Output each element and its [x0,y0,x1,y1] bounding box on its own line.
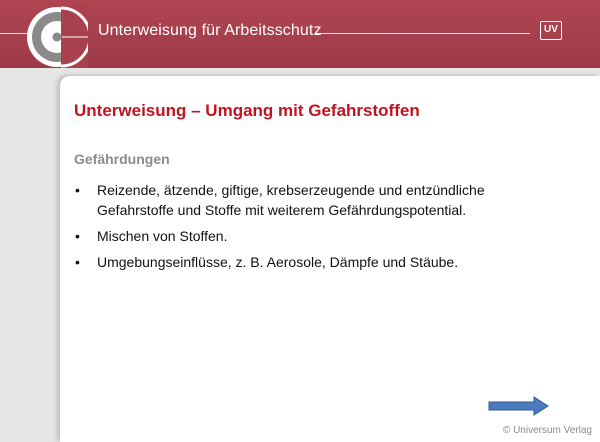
copyright-text: © Universum Verlag [502,425,592,436]
bullet-dot: • [75,228,80,244]
section-heading: Gefährdungen [74,151,170,167]
bullet-dot: • [75,182,80,198]
bullet-text: Umgebungseinflüsse, z. B. Aerosole, Dämp… [97,254,459,270]
bullet-dot: • [75,254,80,270]
arrow-right-icon[interactable] [488,396,550,416]
slide-window: Unterweisung für Arbeitsschutz UV Unterw… [0,0,600,442]
header-title: Unterweisung für Arbeitsschutz [98,22,322,39]
bullet-item: • Mischen von Stoffen. [74,226,544,246]
bullet-item: • Umgebungseinflüsse, z. B. Aerosole, Dä… [74,252,544,272]
bullet-item: • Reizende, ätzende, giftige, krebserzeu… [74,180,544,220]
bullet-text: Mischen von Stoffen. [97,228,228,244]
bullet-list: • Reizende, ätzende, giftige, krebserzeu… [74,180,544,278]
bullet-text: Reizende, ätzende, giftige, krebserzeuge… [97,182,485,218]
header-bar: Unterweisung für Arbeitsschutz UV [0,0,600,68]
header-divider-right [316,33,530,34]
slide-title: Unterweisung – Umgang mit Gefahrstoffen [74,101,420,120]
ring-logo-icon [27,6,88,68]
uv-badge: UV [540,21,562,40]
